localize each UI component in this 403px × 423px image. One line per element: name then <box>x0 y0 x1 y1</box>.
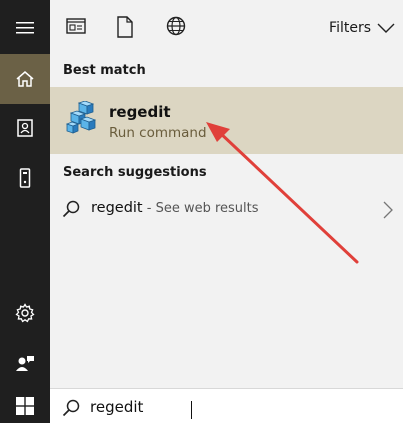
suggestion-secondary: - See web results <box>142 201 259 216</box>
start-button[interactable] <box>0 388 50 423</box>
left-rail <box>0 0 50 423</box>
search-bar <box>50 388 403 423</box>
chevron-down-icon <box>377 23 395 33</box>
filters-dropdown[interactable]: Filters <box>329 20 395 36</box>
search-icon <box>62 200 80 222</box>
suggestion-query: regedit <box>91 200 143 216</box>
document-icon <box>117 16 133 38</box>
search-results-panel: Filters Best match regedit Run command S… <box>50 0 403 388</box>
text-caret <box>191 401 192 419</box>
app-window-icon <box>66 18 86 34</box>
search-suggestions-heading: Search suggestions <box>63 165 207 180</box>
documents-button[interactable] <box>0 103 50 153</box>
gear-icon <box>15 303 35 323</box>
best-match-subtitle: Run command <box>109 125 207 141</box>
regedit-app-icon <box>65 100 97 139</box>
documents-filter-button[interactable] <box>116 16 134 42</box>
home-button[interactable] <box>0 54 50 104</box>
search-input[interactable] <box>90 394 390 420</box>
tower-icon <box>19 168 31 188</box>
devices-button[interactable] <box>0 153 50 203</box>
filter-toolbar: Filters <box>50 0 403 55</box>
best-match-result[interactable]: regedit Run command <box>50 87 403 154</box>
document-book-icon <box>17 119 33 137</box>
globe-icon <box>166 16 186 36</box>
home-icon <box>16 71 34 87</box>
web-suggestion-item[interactable]: regedit - See web results <box>50 190 403 228</box>
settings-button[interactable] <box>0 288 50 338</box>
chevron-right-icon <box>383 201 393 223</box>
search-icon <box>62 399 80 421</box>
web-filter-button[interactable] <box>166 16 186 40</box>
hamburger-icon <box>16 22 34 34</box>
menu-button[interactable] <box>0 3 50 53</box>
filters-label: Filters <box>329 20 371 36</box>
apps-filter-button[interactable] <box>66 16 86 40</box>
person-feedback-icon <box>16 356 34 371</box>
best-match-title: regedit <box>109 103 171 121</box>
best-match-heading: Best match <box>63 63 146 78</box>
windows-logo-icon <box>16 396 34 415</box>
feedback-button[interactable] <box>0 338 50 388</box>
suggestion-text: regedit - See web results <box>91 200 259 216</box>
